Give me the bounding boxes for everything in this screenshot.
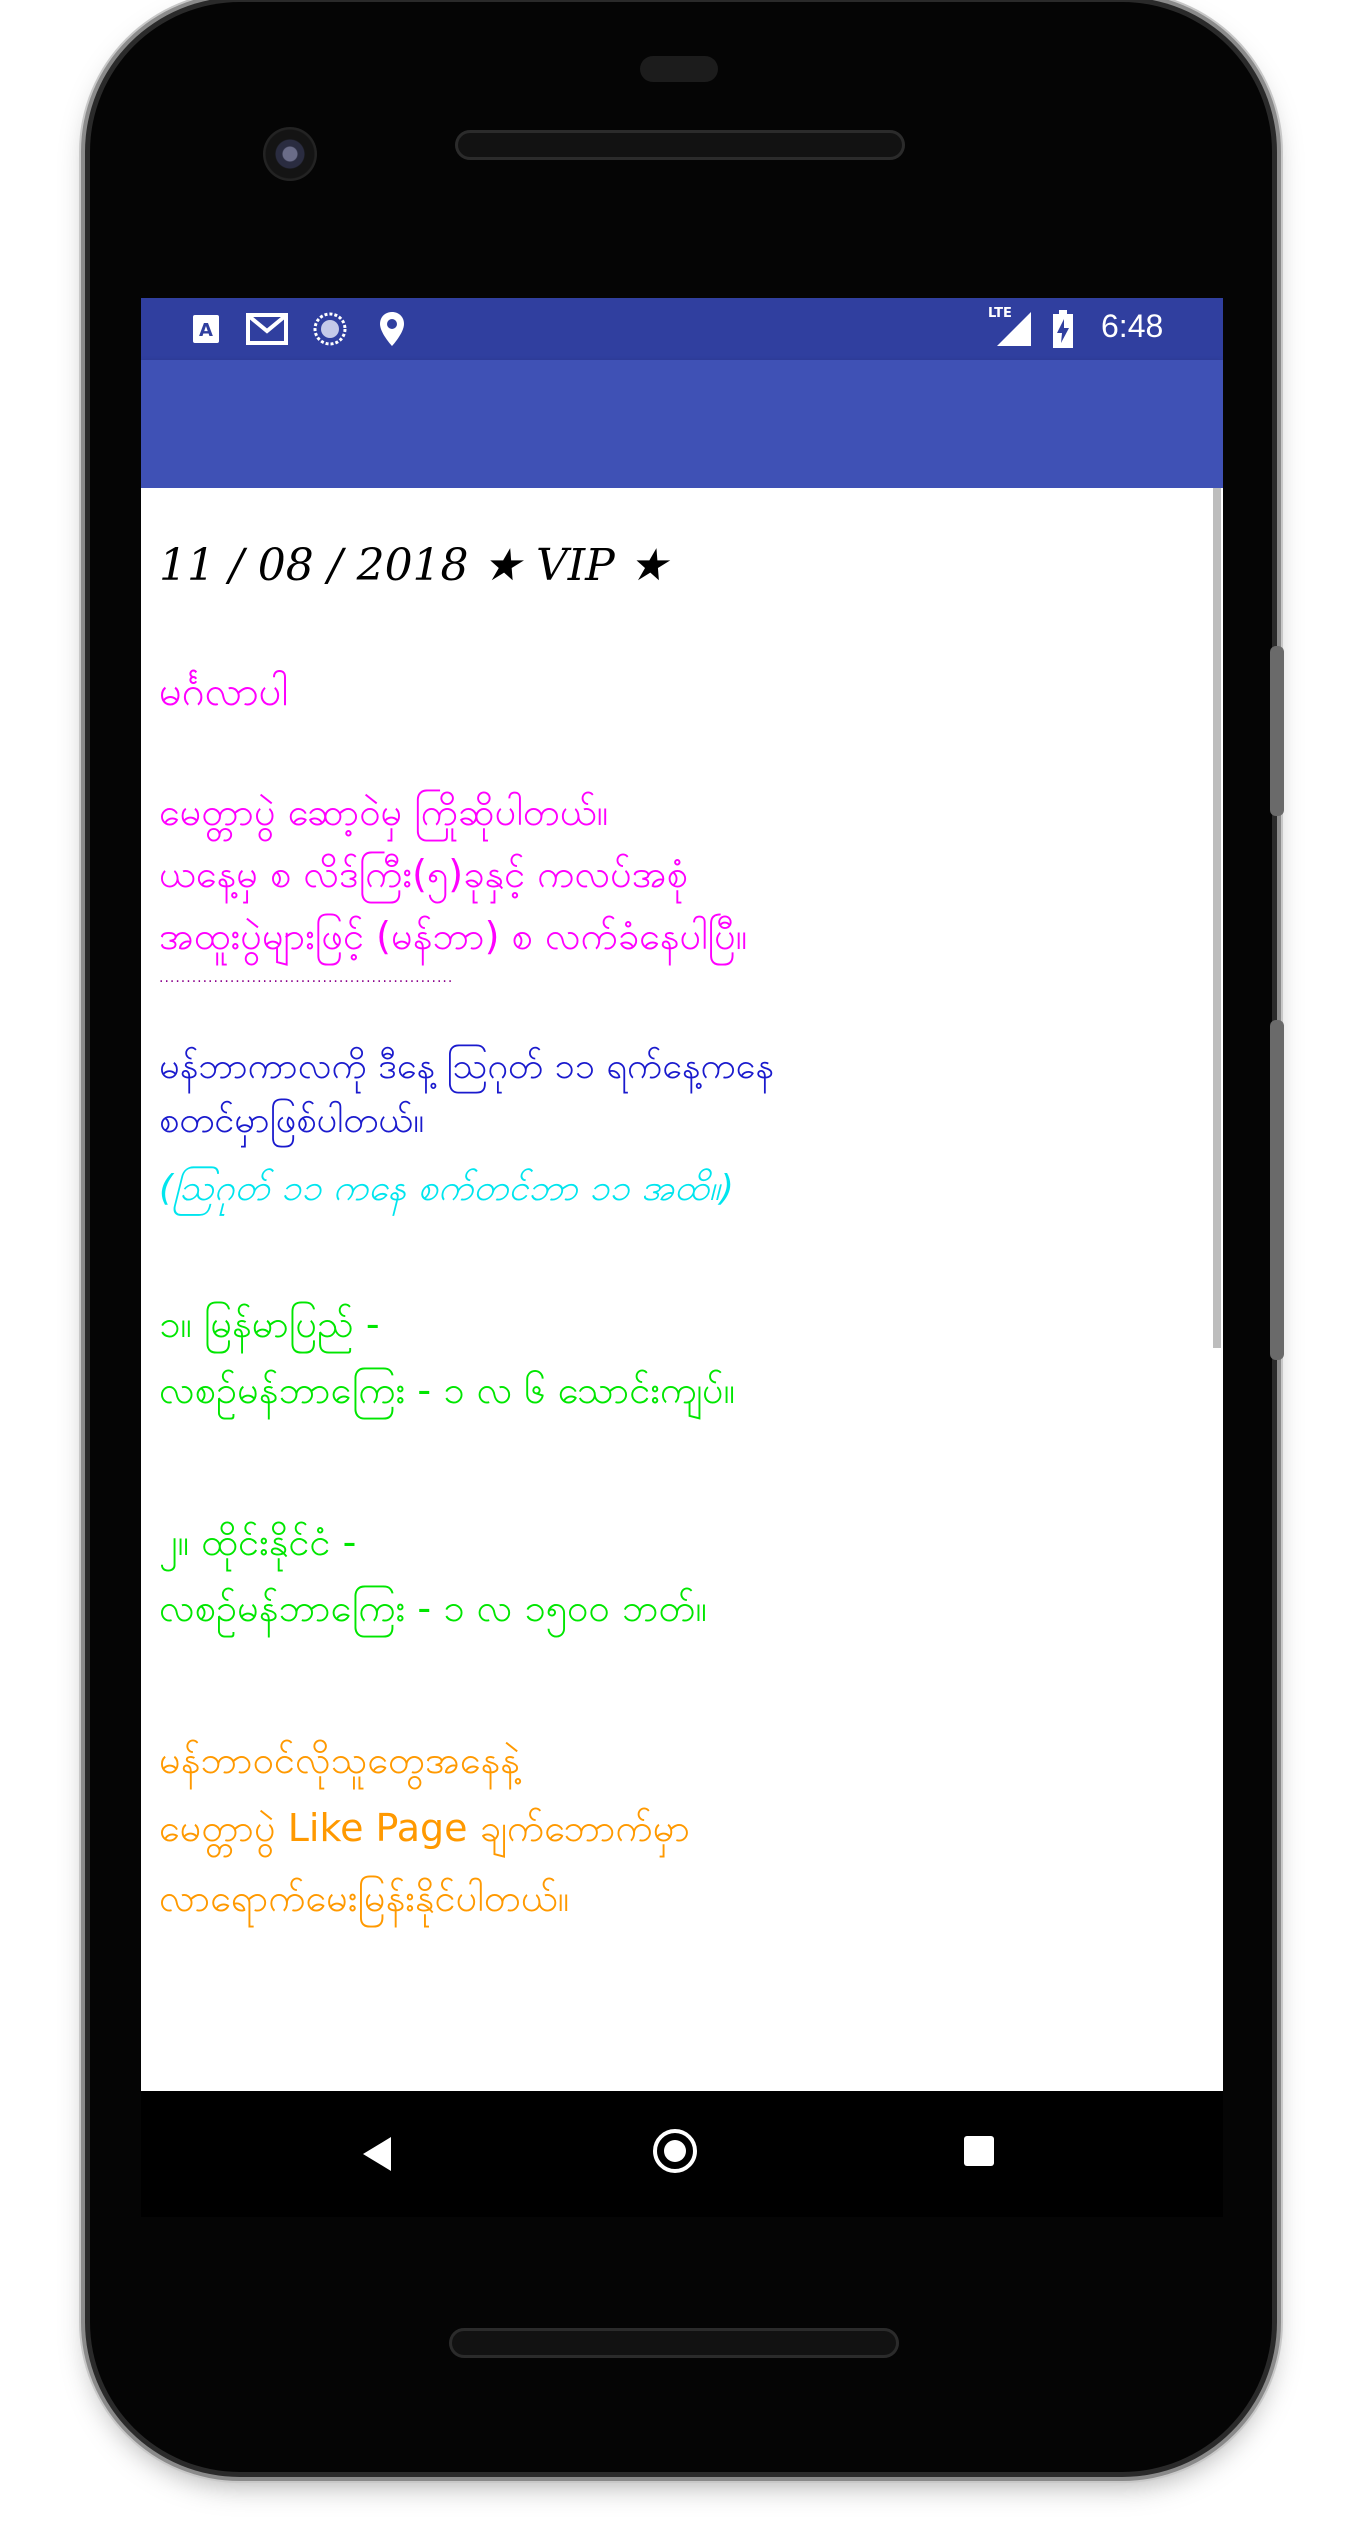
power-button: [1270, 646, 1284, 816]
myanmar-fee: လစဉ်မန်ဘာကြေး - ၁ လ ၆ သောင်းကျပ်။: [159, 1368, 736, 1412]
intro-line: ယနေ့မှ စ လိဒ်ကြီး(၅)ခုနှင့် ကလပ်အစုံ: [159, 852, 689, 896]
svg-text:A: A: [199, 320, 213, 341]
thailand-heading: ၂။ ထိုင်းနိုင်ငံ -: [159, 1520, 357, 1564]
top-sensor: [640, 56, 718, 82]
network-type-label: LTE: [988, 306, 1012, 321]
contact-line: မန်ဘာဝင်လိုသူတွေအနေနဲ့: [159, 1738, 520, 1782]
member-line: မန်ဘာကာလကို ဒီနေ့ သြဂုတ် ၁၁ ရက်နေ့ကနေ: [159, 1046, 774, 1087]
page-title: 11 / 08 / 2018 ★ VIP ★: [159, 540, 669, 591]
scrollbar[interactable]: [1213, 488, 1221, 1348]
member-line: စတင်မှာဖြစ်ပါတယ်။: [159, 1100, 425, 1141]
navigation-bar: [141, 2091, 1223, 2217]
gmail-icon: [245, 310, 289, 348]
back-triangle-icon[interactable]: [363, 2137, 391, 2171]
battery-charging-icon: [1051, 310, 1075, 348]
intro-line: အထူးပွဲများဖြင့် (မန်ဘာ) စ လက်ခံနေပါပြီ။: [159, 914, 748, 958]
contact-line: လာရောက်မေးမြန်းနိုင်ပါတယ်။: [159, 1876, 570, 1920]
home-circle-icon[interactable]: [653, 2129, 697, 2173]
font-a-icon: A: [191, 310, 221, 348]
sync-circle-icon: [311, 310, 349, 348]
thailand-fee: လစဉ်မန်ဘာကြေး - ၁ လ ၁၅၀၀ ဘတ်။: [159, 1586, 707, 1630]
recents-square-icon[interactable]: [964, 2136, 994, 2166]
app-bar: [141, 360, 1223, 488]
top-speaker: [455, 130, 905, 160]
clock: 6:48: [1101, 308, 1164, 344]
contact-line: မေတ္တာပွဲ Like Page ချက်ဘောက်မှာ: [159, 1806, 691, 1850]
dotted-divider: ........................................…: [159, 970, 454, 986]
location-pin-icon: [377, 310, 407, 348]
period-note: (သြဂုတ် ၁၁ ကနေ စက်တင်ဘာ ၁၁ အထိ။): [159, 1168, 734, 1209]
myanmar-heading: ၁။ မြန်မာပြည် -: [159, 1302, 380, 1346]
intro-line: မေတ္တာပွဲ ဆော့ဝဲမှ ကြိုဆိုပါတယ်။: [159, 790, 609, 834]
status-bar: A LTE 6:48: [141, 298, 1223, 360]
content-scroll-area[interactable]: 11 / 08 / 2018 ★ VIP ★ မင်္ဂလာပါ မေတ္တာပ…: [141, 488, 1223, 2091]
front-camera: [263, 127, 317, 181]
device-screen: A LTE 6:48 11 / 08 / 2018 ★ VIP ★ မင်္ဂလ…: [141, 298, 1223, 2091]
greeting-text: မင်္ဂလာပါ: [159, 669, 289, 715]
volume-rocker: [1270, 1020, 1284, 1360]
bottom-speaker: [449, 2328, 899, 2358]
